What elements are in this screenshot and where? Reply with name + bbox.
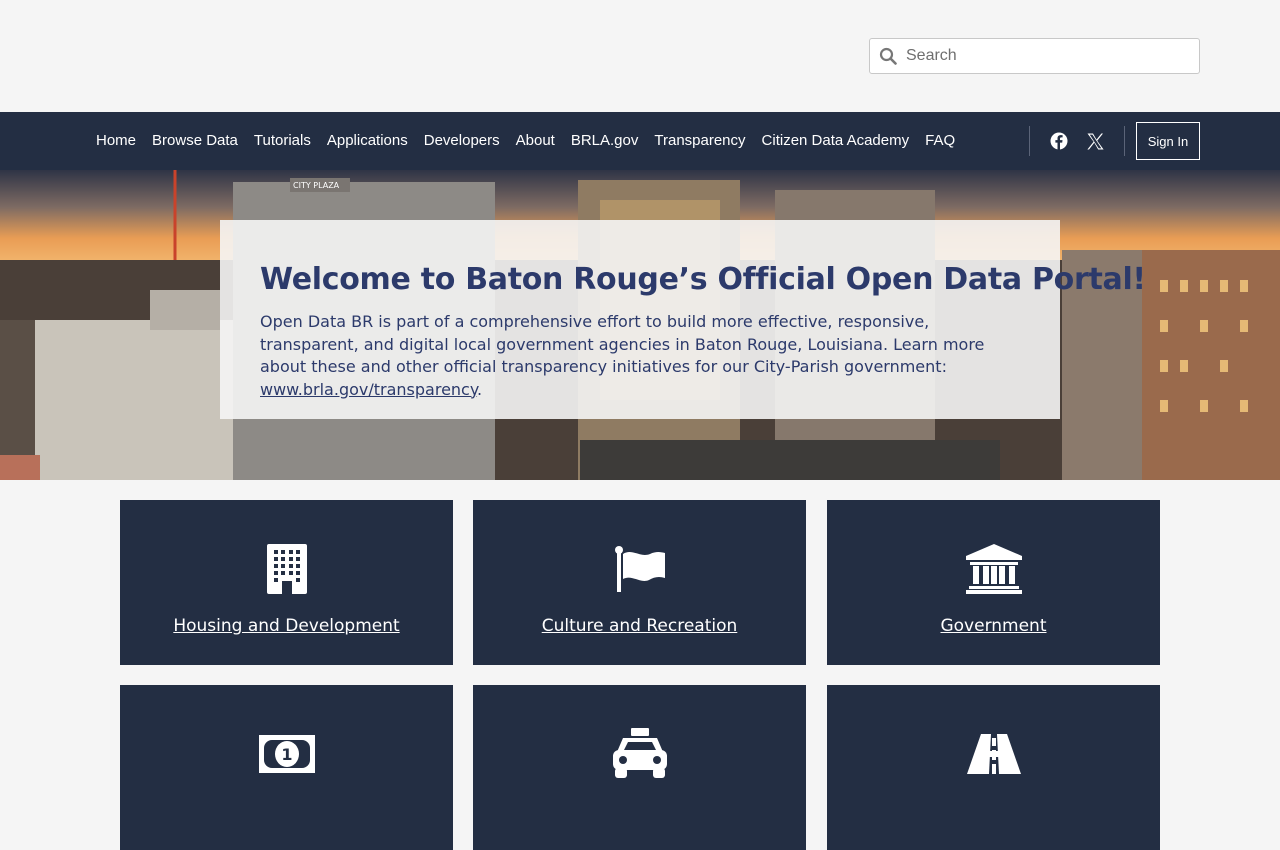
hero-banner: CITY PLAZA Welcome to Baton Rouge’s Offi… xyxy=(0,170,1280,480)
tile-finance[interactable]: 1 xyxy=(120,685,453,850)
flag-icon xyxy=(614,542,666,596)
search-icon xyxy=(870,38,906,74)
money-bill-icon: 1 xyxy=(258,727,315,781)
tile-infrastructure[interactable] xyxy=(827,685,1160,850)
transparency-link[interactable]: www.brla.gov/transparency xyxy=(260,380,477,399)
tile-government[interactable]: Government xyxy=(827,500,1160,665)
search-input[interactable] xyxy=(906,39,1186,73)
tile-label: Government xyxy=(940,616,1047,636)
x-twitter-icon[interactable] xyxy=(1083,129,1107,153)
nav-about[interactable]: About xyxy=(508,112,563,170)
nav-brla-gov[interactable]: BRLA.gov xyxy=(563,112,647,170)
tile-label: Housing and Development xyxy=(173,616,400,636)
taxi-icon xyxy=(611,727,669,781)
nav-applications[interactable]: Applications xyxy=(319,112,416,170)
facebook-icon[interactable] xyxy=(1047,129,1071,153)
nav-citizen-data-academy[interactable]: Citizen Data Academy xyxy=(754,112,918,170)
nav-tutorials[interactable]: Tutorials xyxy=(246,112,319,170)
hero-description: Open Data BR is part of a comprehensive … xyxy=(260,311,1025,401)
city-plaza-sign: CITY PLAZA xyxy=(293,181,340,190)
road-icon xyxy=(966,727,1021,781)
search-field[interactable] xyxy=(869,38,1200,74)
hero-title: Welcome to Baton Rouge’s Official Open D… xyxy=(260,262,1146,297)
nav-transparency[interactable]: Transparency xyxy=(646,112,753,170)
hero-description-suffix: . xyxy=(477,379,483,399)
hero-welcome-panel: Welcome to Baton Rouge’s Official Open D… xyxy=(220,220,1146,419)
tile-label: Culture and Recreation xyxy=(541,616,738,636)
nav-divider xyxy=(1029,126,1030,156)
nav-home[interactable]: Home xyxy=(88,112,144,170)
nav-browse-data[interactable]: Browse Data xyxy=(144,112,246,170)
nav-divider xyxy=(1124,126,1125,156)
government-building-icon xyxy=(965,542,1022,596)
nav-developers[interactable]: Developers xyxy=(416,112,508,170)
main-navbar: Home Browse Data Tutorials Applications … xyxy=(0,112,1280,170)
hero-description-text: Open Data BR is part of a comprehensive … xyxy=(260,312,985,376)
top-header xyxy=(0,0,1280,112)
sign-in-button[interactable]: Sign In xyxy=(1136,122,1200,160)
tile-transportation[interactable] xyxy=(473,685,806,850)
nav-links: Home Browse Data Tutorials Applications … xyxy=(88,112,963,170)
tile-culture-and-recreation[interactable]: Culture and Recreation xyxy=(473,500,806,665)
nav-faq[interactable]: FAQ xyxy=(917,112,963,170)
building-icon xyxy=(266,542,307,596)
tile-housing-and-development[interactable]: Housing and Development xyxy=(120,500,453,665)
svg-text:1: 1 xyxy=(281,745,292,764)
